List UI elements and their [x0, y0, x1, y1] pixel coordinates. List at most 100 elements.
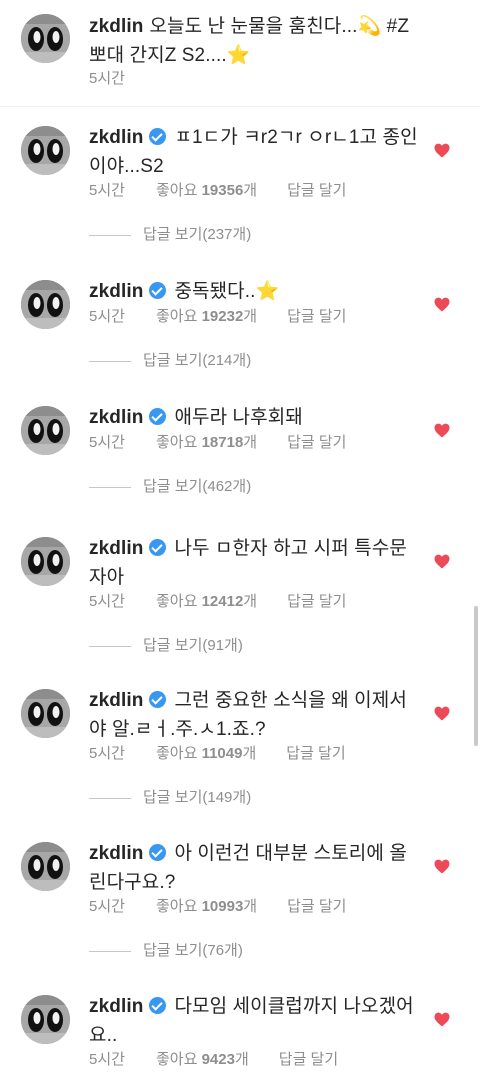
heart-icon[interactable] [433, 857, 451, 875]
reply-button[interactable]: 답글 달기 [287, 592, 346, 612]
comment-time: 5시간 [89, 745, 125, 762]
likes-unit: 개 [243, 434, 258, 451]
comment: zkdlin ㅍ1ㄷ가 ㅋr2ㄱr ㅇrㄴ1고 종인이야...S2 [89, 123, 419, 181]
heart-icon[interactable] [433, 1010, 451, 1028]
likes-count[interactable]: 좋아요 9423개 [156, 1050, 249, 1070]
avatar-image [21, 537, 70, 586]
likes-number: 9423 [201, 1051, 235, 1068]
comment-username[interactable]: zkdlin [89, 996, 143, 1017]
reply-button[interactable]: 답글 달기 [287, 897, 346, 917]
caption-username[interactable]: zkdlin [89, 16, 143, 37]
replies-line [89, 360, 131, 362]
heart-icon[interactable] [433, 295, 451, 313]
comment-username[interactable]: zkdlin [89, 407, 143, 428]
comment-username[interactable]: zkdlin [89, 843, 143, 864]
avatar[interactable] [21, 689, 70, 738]
avatar-image [21, 689, 70, 738]
view-replies-label: 답글 보기(462개) [143, 478, 252, 495]
avatar-image [21, 995, 70, 1044]
comment-time: 5시간 [89, 593, 125, 610]
likes-label: 좋아요 [156, 898, 198, 915]
likes-unit: 개 [243, 898, 258, 915]
view-replies-label: 답글 보기(76개) [143, 942, 243, 959]
avatar[interactable] [21, 842, 70, 891]
comment-text: 중독됐다..⭐ [174, 281, 280, 302]
likes-count[interactable]: 좋아요 10993개 [156, 897, 257, 917]
comment: zkdlin 중독됐다..⭐ [89, 277, 419, 306]
likes-label: 좋아요 [156, 182, 198, 199]
likes-count[interactable]: 좋아요 19232개 [156, 307, 257, 327]
replies-line [89, 486, 131, 488]
likes-count[interactable]: 좋아요 12412개 [156, 592, 257, 612]
likes-label: 좋아요 [156, 434, 198, 451]
comment-username[interactable]: zkdlin [89, 127, 143, 148]
replies-line [89, 234, 131, 236]
comment-username[interactable]: zkdlin [89, 690, 143, 711]
verified-badge-icon [149, 539, 167, 556]
comment: zkdlin 다모임 세이클럽까지 나오겠어요.. [89, 992, 419, 1050]
likes-label: 좋아요 [156, 745, 198, 762]
replies-line [89, 645, 131, 647]
likes-unit: 개 [243, 308, 258, 325]
view-replies-button[interactable]: 답글 보기(214개) [89, 351, 251, 371]
replies-line [89, 797, 131, 799]
likes-number: 11049 [201, 745, 243, 762]
view-replies-label: 답글 보기(149개) [143, 789, 252, 806]
avatar[interactable] [21, 406, 70, 455]
likes-number: 18718 [201, 434, 244, 451]
comment-time: 5시간 [89, 1051, 125, 1068]
avatar[interactable] [21, 14, 70, 63]
comment-meta: 5시간 좋아요 9423개 답글 달기 [89, 1050, 338, 1070]
heart-icon[interactable] [433, 141, 451, 159]
replies-line [89, 950, 131, 952]
likes-number: 19356 [201, 182, 244, 199]
view-replies-button[interactable]: 답글 보기(149개) [89, 788, 251, 808]
reply-button[interactable]: 답글 달기 [286, 744, 345, 764]
likes-unit: 개 [243, 182, 258, 199]
caption-time: 5시간 [89, 70, 125, 87]
avatar-image [21, 280, 70, 329]
comment-meta: 5시간 좋아요 11049개 답글 달기 [89, 744, 346, 764]
comment-time: 5시간 [89, 182, 125, 199]
comment-meta: 5시간 좋아요 19356개 답글 달기 [89, 181, 346, 201]
avatar-image [21, 126, 70, 175]
likes-unit: 개 [234, 1051, 249, 1068]
reply-button[interactable]: 답글 달기 [287, 181, 346, 201]
avatar[interactable] [21, 280, 70, 329]
view-replies-button[interactable]: 답글 보기(462개) [89, 477, 251, 497]
verified-badge-icon [149, 691, 167, 708]
heart-icon[interactable] [433, 552, 451, 570]
view-replies-button[interactable]: 답글 보기(237개) [89, 225, 251, 245]
comment-meta: 5시간 좋아요 19232개 답글 달기 [89, 307, 346, 327]
avatar-image [21, 842, 70, 891]
verified-badge-icon [149, 408, 167, 425]
view-replies-button[interactable]: 답글 보기(76개) [89, 941, 243, 961]
comment-text: 애두라 나후회돼 [174, 407, 303, 428]
avatar[interactable] [21, 995, 70, 1044]
view-replies-label: 답글 보기(91개) [143, 637, 243, 654]
caption-meta: 5시간 [89, 69, 156, 89]
likes-unit: 개 [242, 745, 257, 762]
likes-count[interactable]: 좋아요 11049개 [156, 744, 256, 764]
comment: zkdlin 나두 ㅁ한자 하고 시퍼 특수문자아 [89, 534, 419, 592]
likes-unit: 개 [243, 593, 258, 610]
likes-number: 19232 [201, 308, 244, 325]
avatar[interactable] [21, 126, 70, 175]
avatar-image [21, 406, 70, 455]
avatar[interactable] [21, 537, 70, 586]
heart-icon[interactable] [433, 421, 451, 439]
comment-username[interactable]: zkdlin [89, 538, 143, 559]
reply-button[interactable]: 답글 달기 [279, 1050, 338, 1070]
comment-meta: 5시간 좋아요 12412개 답글 달기 [89, 592, 346, 612]
likes-label: 좋아요 [156, 593, 198, 610]
verified-badge-icon [149, 997, 167, 1014]
comment-username[interactable]: zkdlin [89, 281, 143, 302]
reply-button[interactable]: 답글 달기 [287, 307, 346, 327]
comment-time: 5시간 [89, 434, 125, 451]
likes-count[interactable]: 좋아요 18718개 [156, 433, 257, 453]
reply-button[interactable]: 답글 달기 [287, 433, 346, 453]
heart-icon[interactable] [433, 704, 451, 722]
view-replies-button[interactable]: 답글 보기(91개) [89, 636, 243, 656]
likes-count[interactable]: 좋아요 19356개 [156, 181, 257, 201]
scrollbar[interactable] [474, 606, 478, 746]
